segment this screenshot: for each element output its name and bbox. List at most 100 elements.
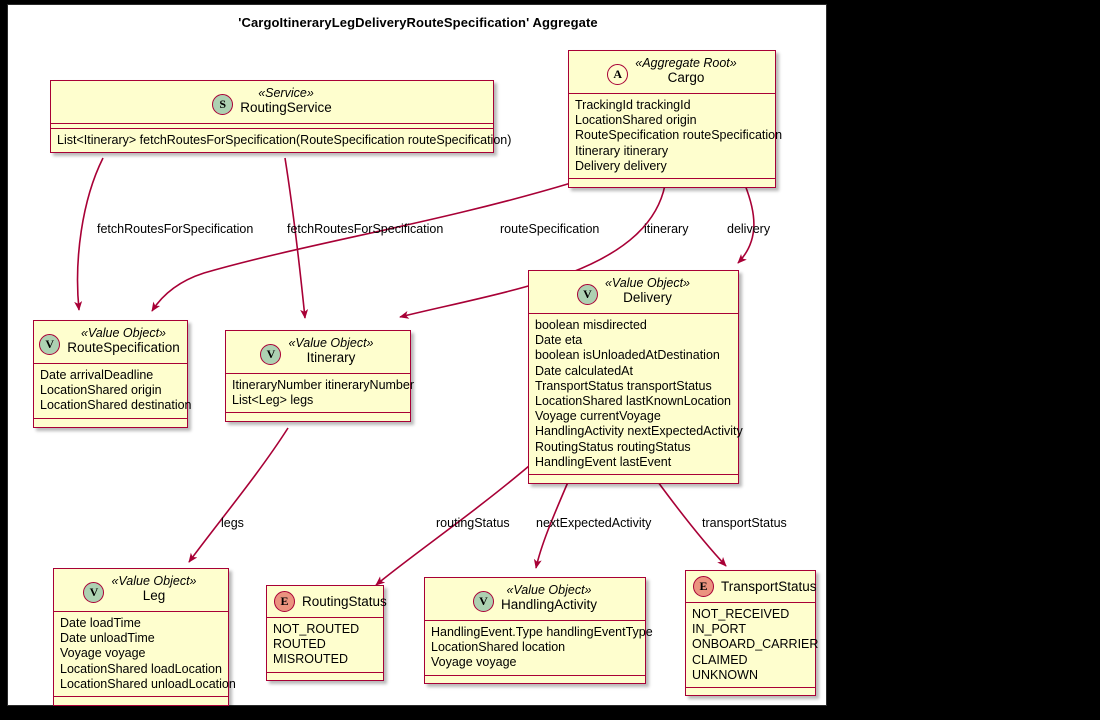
- empty-operation-section: [34, 419, 187, 427]
- edge-label-fetchRoutesForSpecification-2: fetchRoutesForSpecification: [287, 222, 444, 236]
- class-name-routing-status: RoutingStatus: [302, 593, 387, 609]
- class-name-route-specification: RouteSpecification: [67, 340, 180, 355]
- empty-operation-section: [686, 688, 815, 695]
- operation-section-routing-service: List<Itinerary> fetchRoutesForSpecificat…: [51, 129, 512, 152]
- attribute-row: Date eta: [535, 333, 583, 348]
- enum-constant-row: IN_PORT: [692, 622, 746, 637]
- class-box-handling-activity[interactable]: V «Value Object» HandlingActivity Handli…: [424, 577, 653, 684]
- stereotype-label: «Value Object»: [80, 326, 166, 340]
- empty-operation-section: [569, 179, 775, 187]
- edge-label-transportStatus: transportStatus: [702, 516, 787, 530]
- aggregate-root-badge-icon: A: [607, 64, 629, 85]
- class-header-delivery: V «Value Object» Delivery: [529, 271, 738, 313]
- class-box-leg[interactable]: V «Value Object» Leg Date loadTime Date …: [53, 568, 236, 707]
- diagram-title: 'CargoItineraryLegDeliveryRouteSpecifica…: [238, 15, 598, 30]
- value-object-badge-icon: V: [576, 284, 598, 305]
- attribute-row: Date arrivalDeadline: [40, 368, 154, 382]
- attribute-row: Voyage voyage: [60, 646, 146, 661]
- attribute-row: ItineraryNumber itineraryNumber: [232, 378, 415, 392]
- class-header-leg: V «Value Object» Leg: [54, 569, 228, 611]
- attribute-row: TrackingId trackingId: [575, 98, 691, 112]
- value-object-badge-icon: V: [39, 334, 61, 355]
- attribute-row: Date loadTime: [60, 616, 141, 630]
- enum-badge-icon: E: [693, 576, 714, 597]
- class-header-handling-activity: V «Value Object» HandlingActivity: [425, 578, 645, 620]
- screenshot-canvas: 'CargoItineraryLegDeliveryRouteSpecifica…: [0, 0, 1100, 720]
- empty-operation-section: [529, 475, 738, 483]
- class-header-cargo: A «Aggregate Root» Cargo: [569, 51, 775, 93]
- class-name-handling-activity: HandlingActivity: [500, 597, 598, 612]
- class-box-itinerary[interactable]: V «Value Object» Itinerary ItineraryNumb…: [225, 330, 415, 423]
- attribute-row: TransportStatus transportStatus: [535, 378, 712, 393]
- enum-constant-row: UNKNOWN: [692, 667, 758, 682]
- attribute-row: LocationShared lastKnownLocation: [535, 394, 731, 409]
- enum-constant-row: CLAIMED: [692, 652, 748, 667]
- class-name-cargo: Cargo: [667, 70, 705, 85]
- edge-routeSpecification: [151, 182, 572, 312]
- enum-constant-row: ROUTED: [273, 637, 326, 652]
- attribute-row: LocationShared unloadLocation: [60, 676, 236, 691]
- edge-label-delivery: delivery: [727, 222, 771, 236]
- edge-label-routingStatus: routingStatus: [436, 516, 510, 530]
- class-box-transport-status[interactable]: E TransportStatus NOT_RECEIVED IN_PORT O…: [685, 570, 819, 697]
- attribute-row: Delivery delivery: [575, 158, 667, 173]
- stereotype-label: «Service»: [258, 86, 314, 100]
- edge-label-itinerary: itinerary: [644, 222, 689, 236]
- attribute-row: LocationShared location: [431, 640, 566, 655]
- attribute-row: HandlingEvent lastEvent: [535, 454, 672, 469]
- class-box-routing-status[interactable]: E RoutingStatus NOT_ROUTED ROUTED MISROU…: [266, 585, 387, 681]
- enum-constant-row: MISROUTED: [273, 652, 348, 667]
- enum-constant-row: NOT_ROUTED: [273, 622, 360, 636]
- attribute-row: Date unloadTime: [60, 631, 155, 646]
- empty-operation-section: [425, 676, 645, 683]
- constant-section-routing-status: NOT_ROUTED ROUTED MISROUTED: [267, 618, 383, 672]
- class-box-cargo[interactable]: A «Aggregate Root» Cargo TrackingId trac…: [568, 50, 783, 189]
- edge-legs: [188, 427, 289, 563]
- attribute-section-delivery: boolean misdirected Date eta boolean isU…: [529, 314, 743, 474]
- attribute-row: List<Leg> legs: [232, 393, 314, 408]
- class-name-transport-status: TransportStatus: [721, 578, 817, 594]
- class-name-itinerary: Itinerary: [306, 350, 356, 365]
- attribute-section-handling-activity: HandlingEvent.Type handlingEventType Loc…: [425, 621, 653, 675]
- value-object-badge-icon: V: [83, 582, 105, 603]
- class-header-routing-status: E RoutingStatus: [267, 586, 387, 617]
- attribute-row: LocationShared origin: [40, 383, 162, 398]
- class-header-itinerary: V «Value Object» Itinerary: [226, 331, 410, 373]
- diagram-frame: 'CargoItineraryLegDeliveryRouteSpecifica…: [7, 4, 827, 707]
- enum-constant-row: ONBOARD_CARRIER: [692, 637, 819, 652]
- class-box-delivery[interactable]: V «Value Object» Delivery boolean misdir…: [528, 270, 743, 485]
- attribute-row: HandlingEvent.Type handlingEventType: [431, 625, 653, 639]
- empty-operation-section: [54, 697, 228, 705]
- class-box-routing-service[interactable]: S «Service» RoutingService List<Itinerar…: [50, 80, 512, 154]
- service-badge-icon: S: [212, 94, 234, 115]
- attribute-row: boolean isUnloadedAtDestination: [535, 348, 720, 363]
- attribute-section-cargo: TrackingId trackingId LocationShared ori…: [569, 94, 783, 178]
- attribute-row: LocationShared loadLocation: [60, 661, 222, 676]
- edge-fetchRoutesForSpecification-itinerary: [284, 157, 309, 319]
- attribute-row: HandlingActivity nextExpectedActivity: [535, 424, 743, 439]
- edge-label-routeSpecification: routeSpecification: [500, 222, 600, 236]
- value-object-badge-icon: V: [260, 344, 282, 365]
- stereotype-label: «Value Object»: [506, 583, 592, 597]
- operation-row: List<Itinerary> fetchRoutesForSpecificat…: [57, 133, 512, 147]
- attribute-section-leg: Date loadTime Date unloadTime Voyage voy…: [54, 612, 236, 696]
- empty-operation-section: [267, 673, 383, 680]
- constant-section-transport-status: NOT_RECEIVED IN_PORT ONBOARD_CARRIER CLA…: [686, 603, 819, 687]
- attribute-section-itinerary: ItineraryNumber itineraryNumber List<Leg…: [226, 374, 415, 412]
- value-object-badge-icon: V: [472, 591, 494, 612]
- enum-constant-row: NOT_RECEIVED: [692, 607, 790, 621]
- attribute-row: Voyage voyage: [431, 655, 517, 670]
- attribute-row: Voyage currentVoyage: [535, 409, 661, 424]
- class-header-transport-status: E TransportStatus: [686, 571, 817, 602]
- class-name-delivery: Delivery: [623, 290, 672, 305]
- empty-operation-section: [226, 413, 410, 421]
- attribute-row: Date calculatedAt: [535, 363, 633, 378]
- attribute-row: LocationShared origin: [575, 113, 697, 128]
- stereotype-label: «Value Object»: [288, 336, 374, 350]
- attribute-section-route-specification: Date arrivalDeadline LocationShared orig…: [34, 364, 192, 418]
- attribute-row: Itinerary itinerary: [575, 143, 669, 158]
- attribute-row: RouteSpecification routeSpecification: [575, 128, 783, 143]
- class-box-route-specification[interactable]: V «Value Object» RouteSpecification Date…: [33, 320, 192, 428]
- edge-label-legs: legs: [221, 516, 244, 530]
- class-header-route-specification: V «Value Object» RouteSpecification: [34, 321, 187, 363]
